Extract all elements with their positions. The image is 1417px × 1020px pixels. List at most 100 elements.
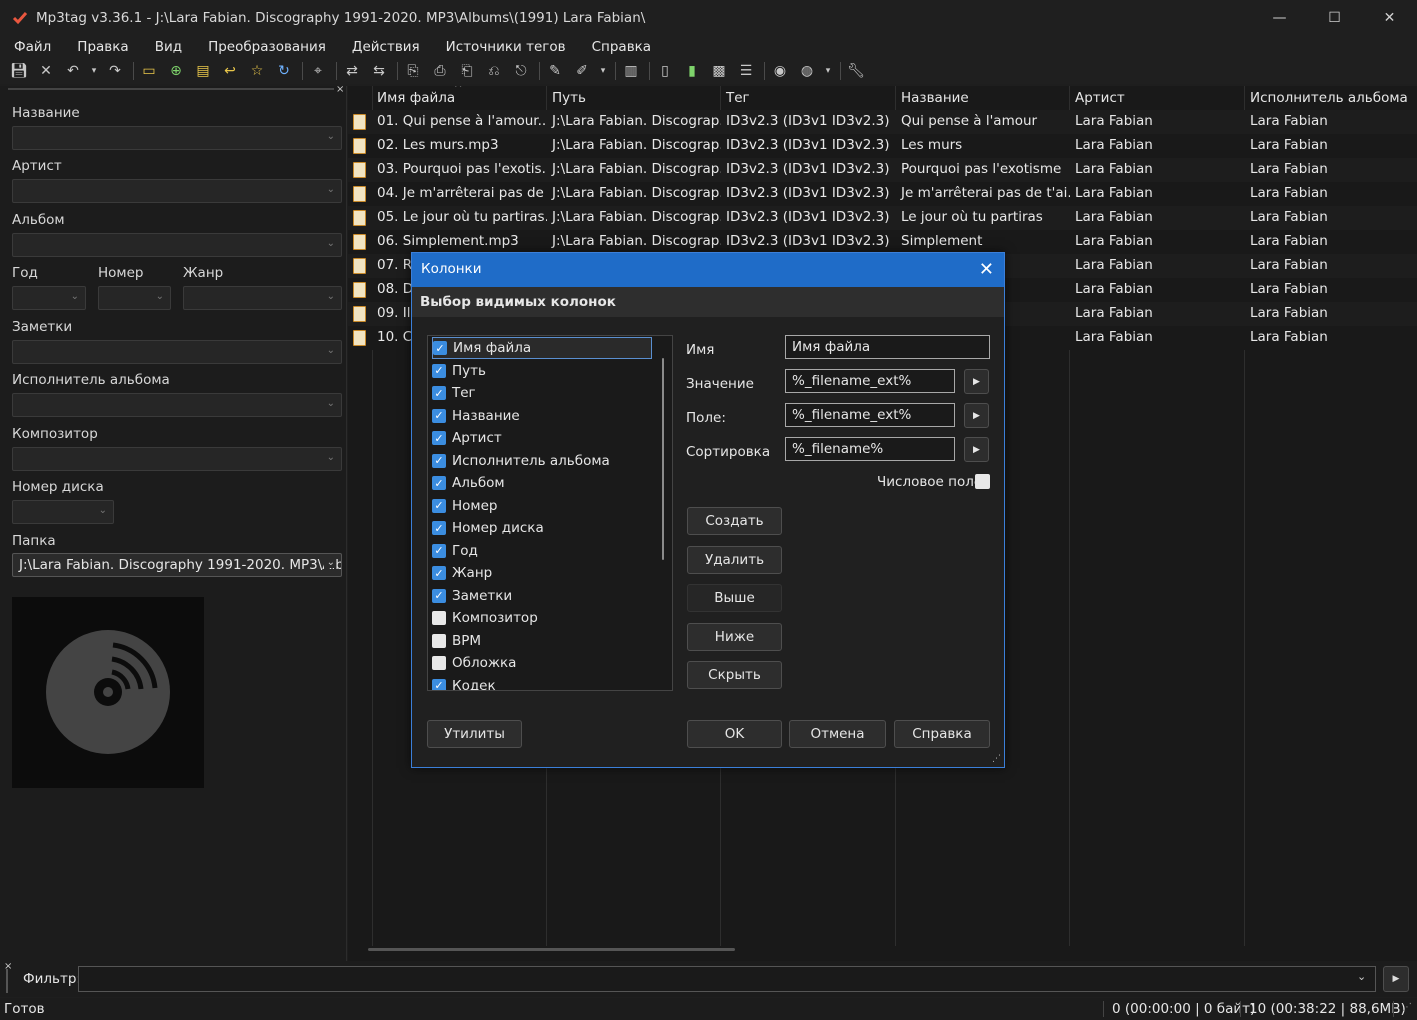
source-dropdown-icon[interactable]: ▾ — [823, 60, 833, 82]
column-option[interactable]: ✓ Год — [432, 540, 478, 562]
resize-grip-icon[interactable]: ⋰ — [992, 754, 1001, 764]
checkbox-checked-icon[interactable]: ✓ — [432, 476, 446, 490]
tag-text-icon[interactable]: ⎙ — [429, 60, 451, 82]
column-option[interactable]: Обложка — [432, 652, 516, 674]
list-scrollbar[interactable] — [662, 358, 664, 560]
minimize-button[interactable]: — — [1252, 0, 1307, 36]
move-down-button[interactable]: Ниже — [687, 623, 782, 651]
comment-field[interactable]: ⌄ — [12, 340, 342, 364]
filter-run-button[interactable]: ▶ — [1383, 966, 1409, 992]
column-option[interactable]: ✓ Жанр — [432, 562, 492, 584]
folder-combo[interactable]: J:\Lara Fabian. Discography 1991-2020. M… — [12, 553, 342, 577]
panel-splitter[interactable] — [8, 88, 334, 90]
album-artist-field[interactable]: ⌄ — [12, 393, 342, 417]
remove-tag-icon[interactable]: ✕ — [35, 60, 57, 82]
menu-file[interactable]: Файл — [14, 39, 51, 55]
column-option[interactable]: ✓ Название — [432, 405, 520, 427]
menu-tag-sources[interactable]: Источники тегов — [446, 39, 566, 55]
column-option[interactable]: ✓ Альбом — [432, 472, 505, 494]
checkbox-checked-icon[interactable]: ✓ — [433, 341, 447, 355]
table-row[interactable]: 01. Qui pense à l'amour... J:\Lara Fabian… — [348, 110, 1417, 134]
column-option[interactable]: ✓ Артист — [432, 427, 502, 449]
year-field[interactable]: ⌄ — [12, 286, 86, 310]
horizontal-scrollbar[interactable] — [368, 948, 735, 951]
table-row[interactable]: 03. Pourquoi pas l'exotis... J:\Lara Fabi… — [348, 158, 1417, 182]
field-input[interactable]: %_filename_ext% — [785, 403, 955, 427]
table-row[interactable]: 05. Le jour où tu partiras... J:\Lara Fab… — [348, 206, 1417, 230]
checkbox-checked-icon[interactable]: ✓ — [432, 521, 446, 535]
playlist-icon[interactable]: ⎋ — [510, 60, 532, 82]
help-button[interactable]: Справка — [894, 720, 990, 748]
select-cursor-icon[interactable]: ⌖ — [307, 60, 329, 82]
panel-close-icon[interactable]: × — [336, 84, 344, 95]
menu-help[interactable]: Справка — [592, 39, 651, 55]
columns-icon[interactable]: ▥ — [620, 60, 642, 82]
column-header-tag[interactable]: Тег — [721, 86, 896, 110]
tag-filename-icon[interactable]: ⇄ — [341, 60, 363, 82]
list-numbers-icon[interactable]: ☰ — [735, 60, 757, 82]
folder-back-icon[interactable]: ↩ — [219, 60, 241, 82]
checkbox-unchecked-icon[interactable] — [432, 656, 446, 670]
close-button[interactable]: ✕ — [1362, 0, 1417, 36]
checkbox-checked-icon[interactable]: ✓ — [432, 453, 446, 468]
album-field[interactable]: ⌄ — [12, 233, 342, 257]
column-option[interactable]: Композитор — [432, 607, 538, 629]
value-placeholder-button[interactable]: ▶ — [964, 369, 989, 394]
open-folder-icon[interactable]: ▭ — [138, 60, 160, 82]
export-icon[interactable]: ▯ — [654, 60, 676, 82]
column-header-title[interactable]: Название — [896, 86, 1070, 110]
export-add-icon[interactable]: ▮ — [681, 60, 703, 82]
tag-source-icon[interactable]: ◉ — [769, 60, 791, 82]
sort-placeholder-button[interactable]: ▶ — [964, 437, 989, 462]
create-button[interactable]: Создать — [687, 507, 782, 535]
filter-input[interactable] — [78, 966, 1376, 992]
save-icon[interactable]: 💾︎ — [8, 60, 30, 82]
checkbox-checked-icon[interactable]: ✓ — [432, 408, 446, 423]
numeric-field-checkbox[interactable] — [975, 474, 990, 489]
column-option[interactable]: ✓ Номер — [432, 495, 497, 517]
checkbox-checked-icon[interactable]: ✓ — [432, 498, 446, 513]
checkbox-checked-icon[interactable]: ✓ — [432, 678, 446, 690]
filename-tag-icon[interactable]: ⇆ — [368, 60, 390, 82]
genre-field[interactable]: ⌄ — [183, 286, 342, 310]
column-option[interactable]: ✓ Кодек — [432, 675, 496, 690]
value-input[interactable]: %_filename_ext% — [785, 369, 955, 393]
menu-edit[interactable]: Правка — [77, 39, 128, 55]
settings-wrench-icon[interactable]: 🔧︎ — [845, 60, 867, 82]
cover-art[interactable] — [12, 597, 204, 788]
checkbox-checked-icon[interactable]: ✓ — [432, 431, 446, 445]
hide-button[interactable]: Скрыть — [687, 661, 782, 689]
column-header-filename[interactable]: Имя файла ^ — [372, 86, 547, 110]
name-input[interactable]: Имя файла — [785, 335, 990, 359]
checkbox-checked-icon[interactable]: ✓ — [432, 386, 446, 400]
redo-icon[interactable]: ↷ — [104, 60, 126, 82]
table-row[interactable]: 04. Je m'arrêterai pas de ... J:\Lara Fab… — [348, 182, 1417, 206]
favorite-star-icon[interactable]: ☆ — [246, 60, 268, 82]
tag-tag-icon[interactable]: ⎗ — [456, 60, 478, 82]
column-option[interactable]: ✓ Имя файла — [432, 337, 652, 359]
quick-action-icon[interactable]: ✐ — [571, 60, 593, 82]
column-option[interactable]: ✓ Путь — [432, 360, 486, 382]
maximize-button[interactable]: ☐ — [1307, 0, 1362, 36]
composer-field[interactable]: ⌄ — [12, 447, 342, 471]
checkbox-checked-icon[interactable]: ✓ — [432, 588, 446, 603]
ok-button[interactable]: OK — [687, 720, 782, 748]
column-option[interactable]: ✓ Номер диска — [432, 517, 544, 539]
column-header-path[interactable]: Путь — [547, 86, 721, 110]
column-option[interactable]: BPM — [432, 630, 481, 652]
artist-field[interactable]: ⌄ — [12, 179, 342, 203]
field-placeholder-button[interactable]: ▶ — [964, 403, 989, 428]
column-header-album-artist[interactable]: Исполнитель альбома — [1245, 86, 1417, 110]
action-wand-icon[interactable]: ✎ — [544, 60, 566, 82]
checkbox-unchecked-icon[interactable] — [432, 611, 446, 625]
undo-dropdown-icon[interactable]: ▾ — [89, 60, 99, 82]
column-header-artist[interactable]: Артист — [1070, 86, 1245, 110]
title-field[interactable]: ⌄ — [12, 126, 342, 150]
text-tag-icon[interactable]: ⎘ — [402, 60, 424, 82]
track-field[interactable]: ⌄ — [98, 286, 171, 310]
column-option[interactable]: ✓ Тег — [432, 382, 476, 404]
action-dropdown-icon[interactable]: ▾ — [598, 60, 608, 82]
refresh-icon[interactable]: ↻ — [273, 60, 295, 82]
utilities-button[interactable]: Утилиты — [427, 720, 522, 748]
checkbox-checked-icon[interactable]: ✓ — [432, 363, 446, 378]
